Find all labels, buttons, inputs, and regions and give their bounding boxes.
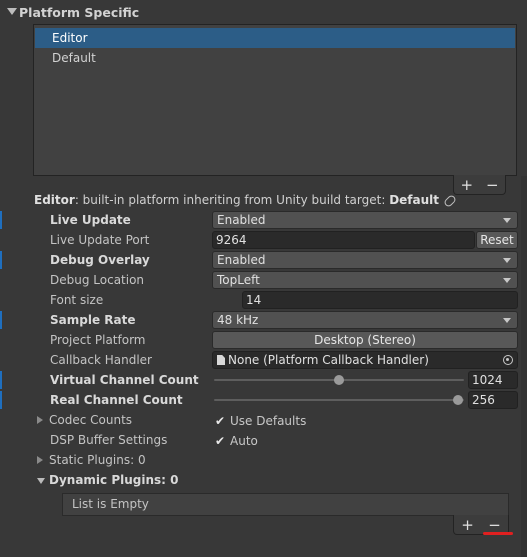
auto-checkbox[interactable]: ✔ — [213, 434, 227, 448]
platform-specific-header[interactable]: Platform Specific — [0, 2, 527, 22]
callback-handler-value: None (Platform Callback Handler) — [228, 353, 429, 367]
debug-overlay-value: Enabled — [217, 253, 266, 267]
foldout-expanded-icon[interactable] — [7, 8, 17, 15]
static-plugins-label[interactable]: Static Plugins: 0 — [49, 451, 146, 469]
font-size-label: Font size — [50, 293, 104, 307]
real-channel-slider-handle[interactable] — [453, 395, 463, 405]
dropdown-arrow-icon — [503, 318, 511, 323]
project-platform-label: Project Platform — [50, 333, 146, 347]
dsp-buffer-label: DSP Buffer Settings — [50, 433, 168, 447]
sample-rate-label: Sample Rate — [50, 313, 136, 327]
foldout-collapsed-icon[interactable] — [37, 416, 43, 424]
object-picker-icon[interactable] — [503, 355, 513, 365]
link-icon[interactable] — [442, 193, 458, 208]
platform-item-editor[interactable]: Editor — [35, 28, 515, 48]
debug-overlay-dropdown[interactable]: Enabled — [212, 251, 518, 269]
override-marker — [0, 371, 2, 389]
override-marker — [0, 391, 2, 409]
live-update-value: Enabled — [217, 213, 266, 227]
override-marker — [0, 251, 2, 269]
reset-port-button[interactable]: Reset — [476, 231, 518, 249]
build-target-info: Editor: built-in platform inheriting fro… — [34, 193, 458, 209]
debug-overlay-label: Debug Overlay — [50, 253, 150, 267]
dropdown-arrow-icon — [503, 258, 511, 263]
info-prefix: Editor — [34, 193, 75, 207]
info-text: : built-in platform inheriting from Unit… — [74, 193, 390, 207]
platform-list: Editor Default — [33, 24, 517, 176]
add-platform-button[interactable]: + — [460, 176, 473, 194]
real-channel-count-label: Real Channel Count — [50, 393, 183, 407]
foldout-expanded-icon[interactable] — [37, 478, 45, 484]
sample-rate-value: 48 kHz — [217, 313, 259, 327]
add-plugin-button[interactable]: + — [461, 516, 474, 534]
override-marker — [0, 311, 2, 329]
live-update-dropdown[interactable]: Enabled — [212, 211, 518, 229]
dropdown-arrow-icon — [503, 218, 511, 223]
platform-item-default[interactable]: Default — [35, 48, 515, 68]
section-title: Platform Specific — [19, 5, 140, 20]
info-target: Default — [389, 193, 439, 207]
font-size-field[interactable]: 14 — [242, 291, 518, 309]
callback-handler-label: Callback Handler — [50, 353, 152, 367]
live-update-label: Live Update — [50, 213, 131, 227]
real-channel-slider[interactable] — [214, 399, 464, 401]
scrollbar[interactable] — [521, 176, 527, 557]
virtual-channel-slider-handle[interactable] — [334, 375, 344, 385]
platform-list-footer: + − — [453, 175, 506, 195]
script-asset-icon — [217, 355, 225, 365]
debug-location-label: Debug Location — [50, 273, 145, 287]
live-update-port-field[interactable]: 9264 — [212, 231, 475, 249]
dynamic-plugins-list: List is Empty — [62, 493, 509, 516]
debug-location-value: TopLeft — [217, 273, 260, 287]
virtual-channel-count-label: Virtual Channel Count — [50, 373, 199, 387]
remove-plugin-button[interactable]: − — [488, 516, 501, 534]
project-platform-button[interactable]: Desktop (Stereo) — [212, 331, 518, 349]
remove-platform-button[interactable]: − — [486, 176, 499, 194]
dropdown-arrow-icon — [503, 278, 511, 283]
annotation-underline — [483, 532, 513, 535]
use-defaults-checkbox[interactable]: ✔ — [213, 414, 227, 428]
override-marker — [0, 211, 2, 229]
callback-handler-field[interactable]: None (Platform Callback Handler) — [212, 351, 518, 369]
real-channel-count-field[interactable]: 256 — [468, 391, 518, 409]
codec-counts-label[interactable]: Codec Counts — [49, 411, 132, 429]
live-update-port-label: Live Update Port — [50, 233, 150, 247]
dynamic-plugins-label[interactable]: Dynamic Plugins: 0 — [49, 471, 179, 489]
debug-location-dropdown[interactable]: TopLeft — [212, 271, 518, 289]
sample-rate-dropdown[interactable]: 48 kHz — [212, 311, 518, 329]
use-defaults-label: Use Defaults — [230, 414, 307, 428]
auto-label: Auto — [230, 434, 258, 448]
foldout-collapsed-icon[interactable] — [37, 456, 43, 464]
virtual-channel-count-field[interactable]: 1024 — [468, 371, 518, 389]
